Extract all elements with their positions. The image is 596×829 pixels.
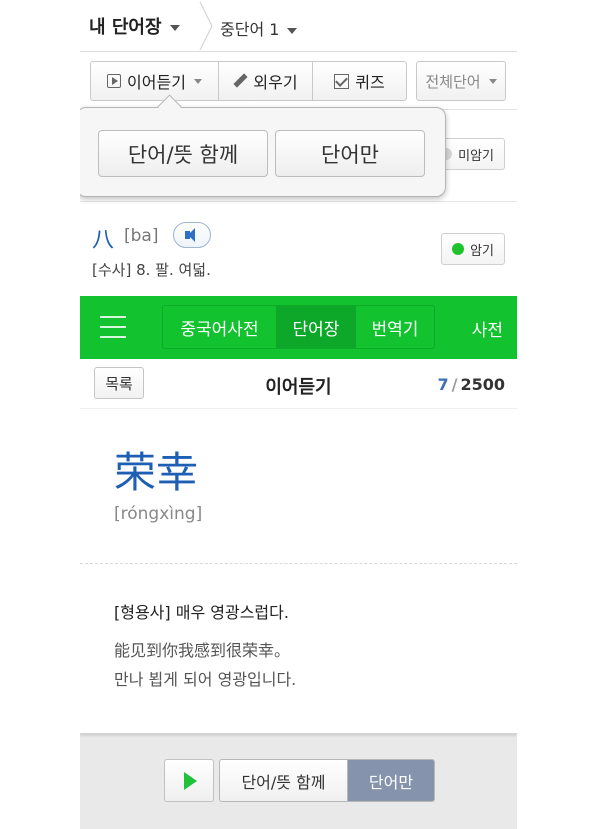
checkbox-icon [334,73,350,89]
listen-header: 이어듣기 목록 7/2500 [80,359,517,409]
list-item[interactable]: 八 [ba] [수사] 8. 팔. 여덟. 암기 [80,202,517,296]
word-with-meaning-option[interactable]: 단어/뜻 함께 [98,130,268,177]
card-pinyin: [róngxìng] [114,504,203,524]
quiz-button[interactable]: 퀴즈 [312,61,407,101]
memorized-toggle[interactable]: 암기 [441,233,505,265]
dictionary-link[interactable]: 사전 [472,316,503,341]
memorize-button[interactable]: 외우기 [218,61,313,101]
mode-word-meaning[interactable]: 단어/뜻 함께 [220,760,348,801]
example-korean: 만나 뵙게 되어 영광입니다. [114,670,297,689]
speaker-icon[interactable] [173,222,211,248]
my-wordbook-dropdown[interactable]: 내 단어장 [89,13,180,39]
my-wordbook-label: 내 단어장 [89,17,162,38]
word-hanzi: 八 [92,228,115,253]
status-label: 암기 [470,243,494,259]
listen-mode-popup: 단어/뜻 함께 단어만 [80,107,446,197]
word-card: 荣幸 [róngxìng] [형용사] 매우 영광스럽다. 能见到你我感到很荣幸… [80,409,517,734]
toolbar: 이어듣기 외우기 퀴즈 전체단어 [80,52,517,110]
listen-label: 이어듣기 [127,73,186,92]
card-hanzi: 荣幸 [114,448,199,497]
dictionary-nav-bar: 중국어사전 단어장 번역기 사전 [80,296,517,359]
playback-controls: 단어/뜻 함께 단어만 [80,740,517,829]
level-dropdown[interactable]: 중단어 1 [220,16,298,40]
level-label: 중단어 1 [220,20,280,39]
play-button[interactable] [164,759,214,802]
chevron-down-icon [169,25,180,31]
breadcrumb: 내 단어장 중단어 1 [80,0,517,52]
current-index: 7 [437,375,449,394]
card-definition: [형용사] 매우 영광스럽다. [114,603,289,622]
list-button[interactable]: 목록 [94,367,144,399]
play-box-icon [107,74,122,88]
filter-dropdown[interactable]: 전체단어 [416,61,506,101]
memorize-label: 외우기 [253,73,298,92]
word-only-option[interactable]: 단어만 [275,130,425,177]
phone-screen: 내 단어장 중단어 1 이어듣기 외우기 퀴즈 전체단어 미암기 八 [ba] … [80,0,517,829]
mode-word-only[interactable]: 단어만 [348,760,434,801]
menu-icon[interactable] [100,316,126,338]
listen-button[interactable]: 이어듣기 [90,61,219,101]
word-pinyin: [ba] [124,226,159,246]
chevron-down-icon [287,27,298,34]
tab-wordbook[interactable]: 단어장 [277,306,356,348]
status-label: 미암기 [458,148,494,164]
chevron-down-icon [193,78,202,84]
tab-translator[interactable]: 번역기 [356,306,434,348]
breadcrumb-separator-icon [199,2,213,50]
divider [80,563,517,564]
nav-tabs: 중국어사전 단어장 번역기 [162,305,435,349]
word-meaning: [수사] 8. 팔. 여덟. [92,261,211,279]
filter-label: 전체단어 [425,72,481,91]
status-dot-icon [452,243,465,255]
total-count: 2500 [460,375,505,394]
example-chinese: 能见到你我感到很荣幸。 [114,641,291,660]
tab-chinese-dictionary[interactable]: 중국어사전 [163,306,277,348]
chevron-down-icon [488,78,497,84]
pencil-icon [233,74,247,88]
progress-counter: 7/2500 [437,375,505,394]
quiz-label: 퀴즈 [355,73,385,92]
display-mode-toggle: 단어/뜻 함께 단어만 [219,759,435,802]
